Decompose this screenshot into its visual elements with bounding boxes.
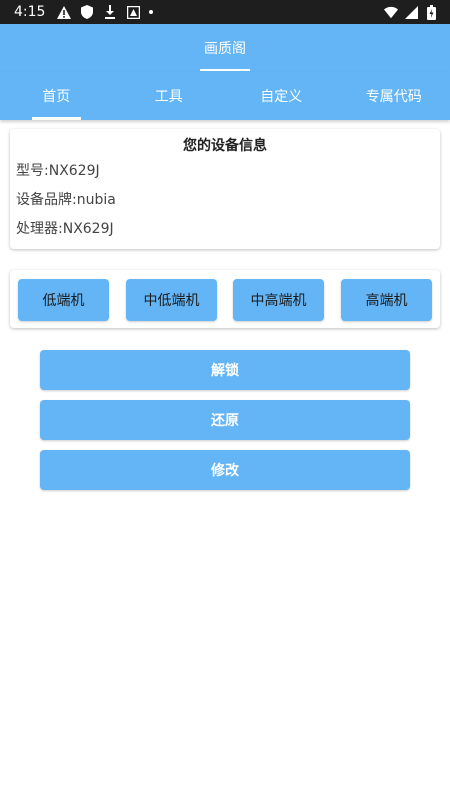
tab-bar: 首页 工具 自定义 专属代码 — [0, 72, 450, 120]
more-notifications-dot — [149, 10, 154, 14]
tab-label: 工具 — [154, 89, 183, 105]
modify-button[interactable]: 修改 — [40, 450, 410, 490]
tab-custom[interactable]: 自定义 — [225, 72, 338, 120]
signal-icon — [404, 5, 418, 19]
download-icon — [103, 5, 117, 19]
notification-icons — [57, 5, 154, 19]
tab-exclusive-code[interactable]: 专属代码 — [338, 72, 450, 120]
device-info-title: 您的设备信息 — [183, 138, 267, 154]
tab-indicator — [32, 117, 81, 120]
app-notification-icon — [126, 5, 140, 19]
app-title: 画质阁 — [204, 41, 246, 57]
device-tier-card: 低端机 中低端机 中高端机 高端机 — [10, 270, 440, 328]
mid-low-end-button[interactable]: 中低端机 — [126, 279, 217, 321]
device-processor: 处理器:NX629J — [16, 221, 114, 237]
app-title-underline — [200, 69, 250, 71]
tab-label: 首页 — [42, 89, 71, 105]
device-model: 型号:NX629J — [16, 163, 100, 179]
wifi-icon — [384, 5, 398, 19]
high-end-button[interactable]: 高端机 — [341, 279, 432, 321]
warning-icon — [57, 5, 72, 19]
low-end-button[interactable]: 低端机 — [18, 279, 109, 321]
tab-label: 自定义 — [260, 89, 303, 105]
status-bar: 4:15 — [0, 0, 450, 24]
restore-button[interactable]: 还原 — [40, 400, 410, 440]
battery-icon — [424, 4, 438, 20]
mid-high-end-button[interactable]: 中高端机 — [233, 279, 324, 321]
device-info-card: 您的设备信息 型号:NX629J 设备品牌:nubia 处理器:NX629J — [10, 129, 440, 249]
app-bar: 画质阁 — [0, 24, 450, 72]
unlock-button[interactable]: 解锁 — [40, 350, 410, 390]
system-icons — [384, 4, 438, 20]
device-brand: 设备品牌:nubia — [16, 192, 116, 208]
status-time: 4:15 — [14, 4, 46, 20]
tab-tools[interactable]: 工具 — [113, 72, 226, 120]
tab-home[interactable]: 首页 — [0, 72, 113, 120]
shield-icon — [80, 5, 94, 19]
tab-label: 专属代码 — [365, 89, 422, 105]
